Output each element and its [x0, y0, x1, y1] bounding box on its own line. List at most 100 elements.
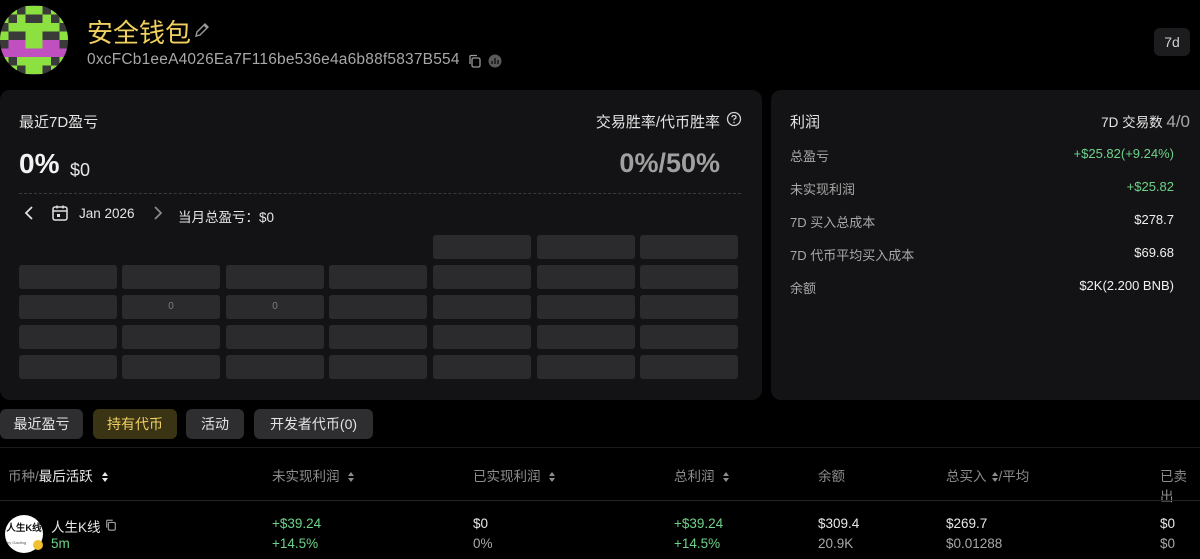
trade-count-value: 4/0	[1166, 112, 1190, 131]
profit-title: 利润	[790, 114, 821, 131]
tab-dev-tokens[interactable]: 开发者代币(0)	[254, 409, 373, 439]
pnl-percent: 0%	[19, 148, 60, 179]
cell-total: +$39.24	[674, 516, 724, 531]
tab-holdings[interactable]: 持有代币	[93, 409, 177, 439]
calendar-day-cell[interactable]	[433, 325, 531, 349]
calendar-day-cell[interactable]	[329, 265, 427, 289]
calendar-day-cell[interactable]	[226, 325, 324, 349]
token-name[interactable]: 人生K线	[51, 516, 101, 536]
chart-link-icon[interactable]	[488, 54, 502, 68]
calendar-day-cell[interactable]	[329, 295, 427, 319]
cell-balance-amount: 20.9K	[818, 536, 854, 551]
profit-row-label: 总盈亏	[790, 149, 830, 164]
edit-pencil-icon[interactable]	[193, 21, 211, 39]
pnl-usd: $0	[70, 160, 91, 180]
calendar-day-cell[interactable]	[329, 325, 427, 349]
calendar-day-cell[interactable]	[19, 265, 117, 289]
cell-realized: $0	[473, 516, 489, 531]
cell-unrealized-pct: +14.5%	[272, 536, 319, 551]
col-balance-label: 余额	[818, 469, 845, 484]
col-unrealized-label: 未实现利润	[272, 469, 340, 484]
divider	[19, 193, 741, 194]
col-last-active-label: 最后活跃	[38, 469, 93, 484]
calendar-day-cell[interactable]	[433, 235, 531, 259]
pnl-title: 最近7D盈亏	[19, 114, 99, 131]
calendar-day-cell[interactable]	[537, 235, 635, 259]
calendar-day-cell[interactable]	[433, 265, 531, 289]
calendar-icon[interactable]	[51, 204, 69, 222]
token-logo-caption: by Gaoling	[7, 540, 27, 545]
col-realized[interactable]: 已实现利润	[473, 465, 556, 485]
winrate-title: 交易胜率/代币胜率	[595, 114, 720, 131]
calendar-day-cell[interactable]	[433, 295, 531, 319]
col-bought[interactable]: 总买入/平均	[946, 465, 1029, 485]
tab-recent-pnl[interactable]: 最近盈亏	[0, 409, 83, 439]
table-top-border	[0, 447, 1200, 448]
calendar-day-cell[interactable]	[433, 355, 531, 379]
token-age: 5m	[51, 536, 70, 551]
cell-sold-avg: $0	[1160, 536, 1176, 551]
profit-row-value: +$25.82(+9.24%)	[1073, 146, 1174, 161]
profit-row-value: $278.7	[1134, 212, 1174, 227]
calendar-day-cell[interactable]	[640, 265, 738, 289]
calendar-day-cell[interactable]: 0	[226, 295, 324, 319]
profit-row-value: $69.68	[1134, 245, 1174, 260]
cell-total-pct: +14.5%	[674, 536, 721, 551]
calendar-day-cell[interactable]	[537, 265, 635, 289]
winrate-value: 0%/50%	[619, 148, 720, 178]
calendar-day-cell[interactable]	[226, 265, 324, 289]
copy-icon[interactable]	[105, 519, 117, 531]
calendar-day-cell[interactable]	[640, 235, 738, 259]
calendar-day-cell[interactable]	[537, 355, 635, 379]
calendar-day-cell[interactable]	[122, 355, 220, 379]
calendar-day-cell[interactable]	[19, 295, 117, 319]
help-icon[interactable]	[726, 111, 742, 127]
cell-balance: $309.4	[818, 516, 860, 531]
cell-bought: $269.7	[946, 516, 988, 531]
col-unrealized[interactable]: 未实现利润	[272, 465, 355, 485]
calendar-day-cell[interactable]	[329, 355, 427, 379]
col-token-label: 币种/	[8, 469, 39, 484]
calendar-month: Jan 2026	[79, 206, 135, 221]
sort-icon[interactable]	[347, 471, 355, 483]
token-logo-text: 人生K线	[6, 523, 42, 534]
cell-bought-avg: $0.01288	[946, 536, 1003, 551]
calendar-day-cell[interactable]	[122, 265, 220, 289]
sort-icon[interactable]	[101, 471, 109, 483]
tab-activity[interactable]: 活动	[186, 409, 244, 439]
chevron-left-icon[interactable]	[22, 204, 36, 222]
col-sold: 已卖出	[1160, 465, 1200, 505]
profit-row-label: 7D 代币平均买入成本	[790, 248, 915, 263]
calendar-day-cell[interactable]: 0	[122, 295, 220, 319]
profit-card: 利润 7D 交易数 4/0 总盈亏 +$25.82(+9.24%) 未实现利润 …	[771, 90, 1200, 400]
profit-row-label: 未实现利润	[790, 182, 856, 197]
trade-count: 7D 交易数 4/0	[1101, 111, 1190, 132]
calendar-day-cell[interactable]	[537, 295, 635, 319]
sort-icon[interactable]	[991, 471, 999, 483]
wallet-avatar	[0, 5, 68, 75]
col-total[interactable]: 总利润	[674, 465, 730, 485]
copy-icon[interactable]	[468, 54, 482, 68]
calendar-day-cell[interactable]	[19, 355, 117, 379]
chevron-right-icon[interactable]	[151, 204, 165, 222]
calendar-day-cell[interactable]	[640, 295, 738, 319]
col-token[interactable]: 币种/最后活跃	[8, 465, 109, 485]
profit-row-label: 余额	[790, 281, 817, 296]
calendar-day-cell[interactable]	[19, 325, 117, 349]
col-sold-label: 已卖出	[1160, 469, 1187, 504]
calendar-day-cell[interactable]	[640, 355, 738, 379]
profit-row-value: +$25.82	[1126, 179, 1174, 194]
calendar-day-cell[interactable]	[537, 325, 635, 349]
pixel-avatar-icon	[0, 6, 68, 74]
time-range-button[interactable]: 7d	[1154, 28, 1190, 56]
month-total-pnl: 当月总盈亏：$0	[178, 210, 275, 225]
profit-row-value: $2K(2.200 BNB)	[1079, 278, 1174, 293]
wallet-name: 安全钱包	[87, 19, 192, 49]
sort-icon[interactable]	[722, 471, 730, 483]
sort-icon[interactable]	[548, 471, 556, 483]
table-header-border	[0, 500, 1200, 501]
calendar-day-cell[interactable]	[122, 325, 220, 349]
calendar-day-cell[interactable]	[640, 325, 738, 349]
calendar-day-cell[interactable]	[226, 355, 324, 379]
col-bought-label: 总买入	[946, 469, 987, 484]
